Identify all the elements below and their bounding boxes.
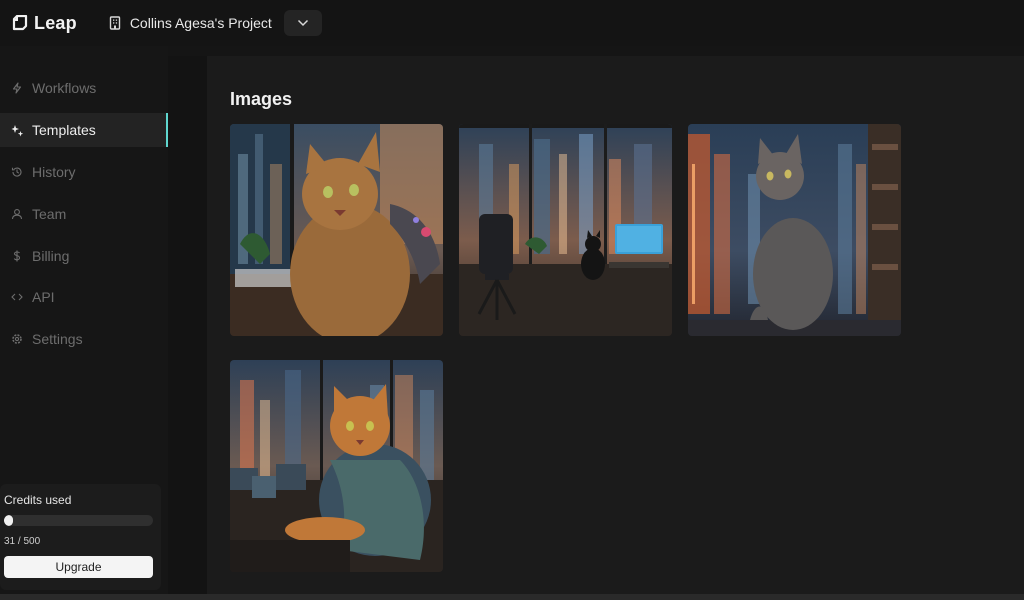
sidebar-item-label: Workflows [32,80,97,96]
credits-progress-fill [4,515,14,526]
upgrade-button[interactable]: Upgrade [4,556,153,578]
credits-title: Credits used [4,493,72,507]
project-name: Collins Agesa's Project [129,15,272,31]
credits-card: Credits used 31 / 500 Upgrade [0,484,161,590]
image-thumbnail-3[interactable] [688,124,901,336]
project-dropdown-button[interactable] [283,10,322,36]
sidebar-item-workflows[interactable]: Workflows [0,71,168,105]
cat-image [230,124,443,336]
bottom-scroll-strip [0,594,1024,600]
cat-image [230,360,443,572]
sidebar-item-label: Settings [32,331,83,347]
credits-progress-bar [4,515,153,526]
sidebar-item-label: Team [32,206,67,222]
cat-image [459,124,672,336]
page-title: Images [230,89,293,109]
leap-logo-icon [12,15,28,31]
logo[interactable]: Leap [12,13,77,34]
sidebar-item-api[interactable]: API [0,280,168,314]
sidebar-item-label: Templates [32,122,96,138]
sidebar-item-billing[interactable]: Billing [0,239,168,273]
sidebar-item-label: API [32,289,55,305]
chevron-down-icon [297,19,308,27]
sidebar: Workflows Templates History Team Billing… [0,46,168,600]
sidebar-item-history[interactable]: History [0,155,168,189]
cat-image [688,124,901,336]
sidebar-item-label: Billing [32,248,70,264]
project-selector[interactable]: Collins Agesa's Project [108,15,272,31]
sidebar-item-team[interactable]: Team [0,197,168,231]
image-thumbnail-4[interactable] [230,360,443,572]
image-thumbnail-1[interactable] [230,124,443,336]
gear-icon [10,332,24,346]
app-name: Leap [34,12,77,33]
history-icon [10,165,24,179]
top-bar: Leap Collins Agesa's Project [0,0,1024,46]
sparkles-icon [10,123,24,137]
users-icon [10,207,24,221]
bolt-icon [10,81,24,95]
credits-count: 31 / 500 [4,536,41,547]
main-content: Images [207,56,1024,600]
code-icon [10,290,24,304]
sidebar-item-settings[interactable]: Settings [0,322,168,356]
building-icon [109,16,121,30]
sidebar-item-label: History [32,164,76,180]
dollar-icon [10,249,24,263]
content-gutter [168,56,207,600]
image-thumbnail-2[interactable] [459,124,672,336]
sidebar-item-templates[interactable]: Templates [0,113,168,147]
